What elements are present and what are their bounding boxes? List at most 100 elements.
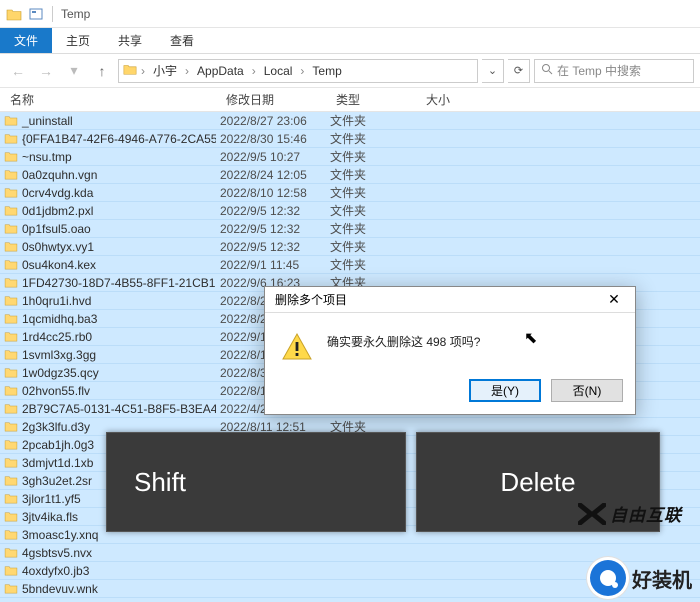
breadcrumb-3[interactable]: Temp xyxy=(308,64,345,78)
file-row[interactable]: {0FFA1B47-42F6-4946-A776-2CA55EC...2022/… xyxy=(0,130,700,148)
file-row[interactable]: 0p1fsul5.oao2022/9/5 12:32文件夹 xyxy=(0,220,700,238)
file-date: 2022/8/24 12:05 xyxy=(216,168,326,182)
nav-back-button[interactable]: ← xyxy=(6,59,30,83)
breadcrumb-1[interactable]: AppData xyxy=(193,64,248,78)
key-shift-label: Shift xyxy=(134,467,186,498)
watermark-x-icon xyxy=(578,503,606,525)
file-type: 文件夹 xyxy=(326,238,416,255)
watermark1-text: 自由互联 xyxy=(610,501,682,526)
address-dropdown[interactable]: ⌄ xyxy=(482,59,504,83)
nav-forward-button[interactable]: → xyxy=(34,59,58,83)
file-type: 文件夹 xyxy=(326,130,416,147)
qat-props-icon[interactable] xyxy=(28,6,44,22)
file-row[interactable]: ~nsu.tmp2022/9/5 10:27文件夹 xyxy=(0,148,700,166)
file-row[interactable]: 0a0zquhn.vgn2022/8/24 12:05文件夹 xyxy=(0,166,700,184)
folder-icon xyxy=(4,565,18,576)
file-type: 文件夹 xyxy=(326,166,416,183)
file-date: 2022/9/5 10:27 xyxy=(216,150,326,164)
folder-icon xyxy=(4,349,18,360)
file-name: 02hvon55.flv xyxy=(22,384,90,398)
folder-icon xyxy=(4,457,18,468)
col-header-size[interactable]: 大小 xyxy=(416,91,486,108)
file-name: 3moasc1y.xnq xyxy=(22,528,98,542)
watermark-ziyouhulian: 自由互联 xyxy=(578,501,682,526)
folder-icon xyxy=(4,583,18,594)
search-box[interactable]: 在 Temp 中搜索 xyxy=(534,59,694,83)
watermark-haozhuangji: 好装机 xyxy=(590,560,692,596)
file-type: 文件夹 xyxy=(326,202,416,219)
breadcrumb-0[interactable]: 小宇 xyxy=(149,62,181,79)
file-type: 文件夹 xyxy=(326,148,416,165)
nav-up-button[interactable]: ↑ xyxy=(90,59,114,83)
col-header-name[interactable]: 名称 xyxy=(0,91,216,108)
folder-icon xyxy=(4,493,18,504)
dialog-yes-label: 是(Y) xyxy=(491,382,519,399)
folder-icon xyxy=(4,385,18,396)
title-bar: Temp xyxy=(0,0,700,28)
file-name: _uninstall xyxy=(22,114,73,128)
file-name: 5bndevuv.wnk xyxy=(22,582,98,596)
ribbon-tab-share[interactable]: 共享 xyxy=(104,28,156,53)
window-title: Temp xyxy=(61,7,90,21)
folder-icon xyxy=(4,529,18,540)
file-row[interactable]: 5dpwle32.boj xyxy=(0,598,700,602)
file-name: 2B79C7A5-0131-4C51-B8F5-B3EA469... xyxy=(22,402,216,416)
ribbon-tab-view[interactable]: 查看 xyxy=(156,28,208,53)
file-name: 1rd4cc25.rb0 xyxy=(22,330,92,344)
ribbon-tab-home[interactable]: 主页 xyxy=(52,28,104,53)
search-placeholder: 在 Temp 中搜索 xyxy=(557,62,641,79)
folder-icon xyxy=(4,511,18,522)
separator xyxy=(52,6,53,22)
warning-icon xyxy=(281,331,313,363)
file-type: 文件夹 xyxy=(326,112,416,129)
col-header-type[interactable]: 类型 xyxy=(326,91,416,108)
column-headers: 名称 修改日期 类型 大小 xyxy=(0,88,700,112)
ribbon-tabs: 文件 主页 共享 查看 xyxy=(0,28,700,54)
file-name: 1svml3xg.3gg xyxy=(22,348,96,362)
ribbon-tab-file[interactable]: 文件 xyxy=(0,28,52,53)
refresh-button[interactable]: ⟳ xyxy=(508,59,530,83)
file-type: 文件夹 xyxy=(326,220,416,237)
file-row[interactable]: 0crv4vdg.kda2022/8/10 12:58文件夹 xyxy=(0,184,700,202)
folder-icon xyxy=(4,133,18,144)
folder-icon xyxy=(4,223,18,234)
file-row[interactable]: 0su4kon4.kex2022/9/1 11:45文件夹 xyxy=(0,256,700,274)
folder-app-icon xyxy=(6,6,22,22)
dialog-title: 删除多个项目 xyxy=(275,291,347,308)
breadcrumb-sep: › xyxy=(252,64,256,78)
file-name: 3jtv4ika.fls xyxy=(22,510,78,524)
nav-row: ← → ▾ ↑ › 小宇 › AppData › Local › Temp ⌄ … xyxy=(0,54,700,88)
dialog-close-button[interactable]: ✕ xyxy=(599,290,629,310)
col-header-date[interactable]: 修改日期 xyxy=(216,91,326,108)
file-date: 2022/9/1 11:45 xyxy=(216,258,326,272)
file-type: 文件夹 xyxy=(326,184,416,201)
address-folder-icon xyxy=(123,62,137,79)
breadcrumb-sep: › xyxy=(141,64,145,78)
folder-icon xyxy=(4,187,18,198)
file-name: 4oxdyfx0.jb3 xyxy=(22,564,89,578)
dialog-no-label: 否(N) xyxy=(573,382,602,399)
address-bar[interactable]: › 小宇 › AppData › Local › Temp xyxy=(118,59,478,83)
file-name: 0crv4vdg.kda xyxy=(22,186,93,200)
breadcrumb-2[interactable]: Local xyxy=(260,64,297,78)
delete-dialog: 删除多个项目 ✕ 确实要永久删除这 498 项吗? 是(Y) 否(N) xyxy=(264,286,636,415)
folder-icon xyxy=(4,259,18,270)
search-icon xyxy=(541,63,553,78)
folder-icon xyxy=(4,547,18,558)
file-name: 1qcmidhq.ba3 xyxy=(22,312,97,326)
file-row[interactable]: 0d1jdbm2.pxl2022/9/5 12:32文件夹 xyxy=(0,202,700,220)
file-date: 2022/8/27 23:06 xyxy=(216,114,326,128)
folder-icon xyxy=(4,241,18,252)
key-overlay-shift: Shift xyxy=(106,432,406,532)
file-name: 0d1jdbm2.pxl xyxy=(22,204,93,218)
folder-icon xyxy=(4,277,18,288)
dialog-no-button[interactable]: 否(N) xyxy=(551,379,623,402)
file-row[interactable]: _uninstall 2022/8/27 23:06文件夹 xyxy=(0,112,700,130)
folder-icon xyxy=(4,421,18,432)
nav-recent-dropdown[interactable]: ▾ xyxy=(62,59,86,83)
folder-icon xyxy=(4,115,18,126)
dialog-yes-button[interactable]: 是(Y) xyxy=(469,379,541,402)
file-row[interactable]: 0s0hwtyx.vy12022/9/5 12:32文件夹 xyxy=(0,238,700,256)
file-name: 0p1fsul5.oao xyxy=(22,222,91,236)
key-delete-label: Delete xyxy=(500,467,575,498)
